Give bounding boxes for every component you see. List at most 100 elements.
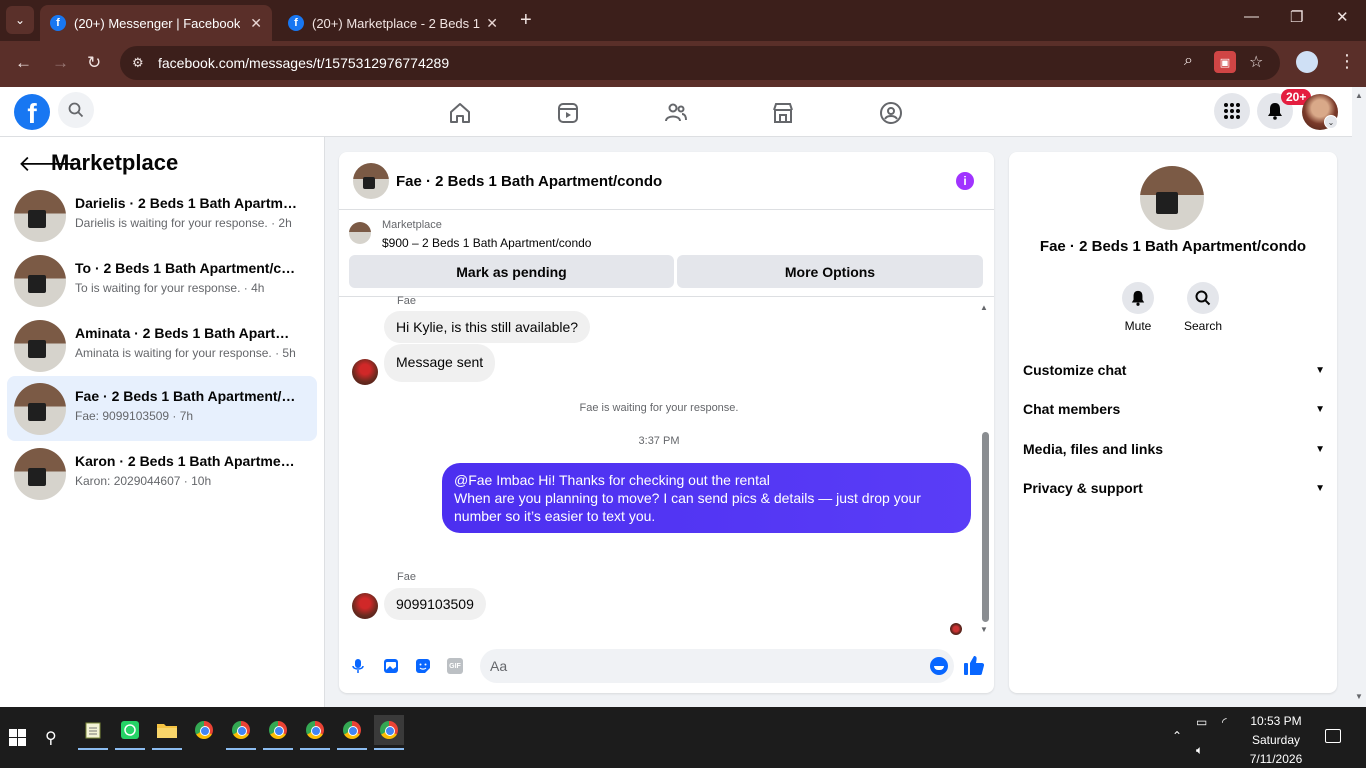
emoji-icon[interactable] [930, 657, 948, 675]
more-options-button[interactable]: More Options [677, 255, 983, 288]
gif-icon[interactable]: GIF [447, 658, 463, 674]
incoming-message[interactable]: Message sent [384, 344, 496, 382]
battery-icon[interactable]: ▭ [1196, 715, 1207, 729]
tab-messenger[interactable]: f (20+) Messenger | Facebook ✕ [40, 5, 272, 41]
sender-avatar[interactable] [352, 593, 378, 619]
listing-photo[interactable] [1140, 166, 1204, 230]
new-tab-button[interactable]: + [520, 9, 532, 32]
facebook-search-button[interactable] [58, 92, 94, 128]
taskbar-clock[interactable]: 10:53 PM Saturday 7/11/2026 [1236, 712, 1316, 768]
media-files-links-section[interactable]: Media, files and links ▼ [1023, 431, 1325, 467]
microphone-icon[interactable] [350, 658, 366, 674]
listing-title[interactable]: $900 – 2 Beds 1 Bath Apartment/condo [382, 236, 591, 250]
volume-icon[interactable]: 🔈︎ [1196, 743, 1203, 758]
logo-letter: f [27, 98, 37, 129]
marketplace-icon[interactable] [771, 101, 795, 125]
sender-name: Fae [397, 295, 416, 307]
extension-icon[interactable]: ▣ [1214, 51, 1236, 73]
scroll-down-icon[interactable]: ▼ [1355, 692, 1363, 701]
search-icon [1195, 290, 1211, 306]
whatsapp-app-icon[interactable] [115, 715, 145, 750]
message-input[interactable] [480, 649, 954, 683]
chat-members-section[interactable]: Chat members ▼ [1023, 391, 1325, 427]
grid-icon [1224, 103, 1240, 119]
window-close-icon[interactable]: ✕ [1336, 8, 1349, 26]
chevron-down-icon: ▼ [1315, 443, 1325, 455]
file-explorer-app-icon[interactable] [152, 715, 182, 750]
facebook-favicon-icon: f [288, 15, 304, 31]
chevron-down-icon[interactable]: ⌄ [1324, 115, 1338, 129]
windows-taskbar: ⚲ ⌃ ▭ ◜ 🔈︎ 10:53 PM Saturday 7/11/2026 [0, 707, 1366, 768]
info-icon[interactable]: i [956, 172, 974, 190]
tray-overflow-chevron-icon[interactable]: ⌃ [1172, 729, 1182, 743]
chat-scrollbar[interactable] [982, 432, 989, 622]
chat-thumbnail[interactable] [353, 163, 389, 199]
taskbar-search-icon[interactable]: ⚲ [45, 728, 57, 748]
scroll-up-icon[interactable]: ▲ [980, 303, 988, 312]
privacy-support-section[interactable]: Privacy & support ▼ [1023, 470, 1325, 506]
forward-icon[interactable]: → [52, 53, 69, 73]
mute-button[interactable] [1122, 282, 1154, 314]
thumbs-up-icon[interactable] [963, 654, 985, 676]
conversation-item[interactable]: Darielis · 2 Beds 1 Bath Apartment... Da… [7, 183, 317, 248]
address-bar[interactable]: ⚙ facebook.com/messages/t/15753129767742… [120, 46, 1280, 80]
wifi-icon[interactable]: ◜ [1222, 715, 1227, 729]
video-icon[interactable] [556, 101, 580, 125]
browser-profile-avatar[interactable] [1296, 51, 1318, 73]
seen-indicator-avatar [950, 623, 962, 635]
chrome-icon [306, 721, 324, 739]
friends-icon[interactable] [664, 101, 688, 125]
conversation-item[interactable]: Karon · 2 Beds 1 Bath Apartment/c... Kar… [7, 441, 317, 506]
conversation-item[interactable]: Aminata · 2 Beds 1 Bath Apartmen... Amin… [7, 313, 317, 378]
section-label: Customize chat [1023, 362, 1127, 378]
groups-icon[interactable] [879, 101, 903, 125]
browser-tab-bar: ⌄ f (20+) Messenger | Facebook ✕ f (20+)… [0, 0, 1366, 41]
scroll-down-icon[interactable]: ▼ [980, 625, 988, 634]
mark-as-pending-button[interactable]: Mark as pending [349, 255, 674, 288]
bookmark-star-icon[interactable]: ☆ [1249, 52, 1263, 72]
facebook-header: f 20+ ⌄ [0, 87, 1352, 137]
search-label: Search [1183, 319, 1223, 333]
minimize-icon[interactable]: — [1244, 8, 1259, 25]
chrome-app-icon[interactable] [263, 715, 293, 750]
outgoing-message[interactable]: @Fae Imbac Hi! Thanks for checking out t… [442, 463, 971, 533]
conversation-name: Karon · 2 Beds 1 Bath Apartment/c... [75, 453, 300, 469]
notepad-app-icon[interactable] [78, 715, 108, 750]
chrome-app-icon[interactable] [337, 715, 367, 750]
incoming-message[interactable]: Hi Kylie, is this still available? [384, 311, 591, 343]
page-scrollbar[interactable]: ▲ ▼ [1352, 87, 1366, 707]
windows-start-icon[interactable] [9, 729, 26, 746]
close-tab-icon[interactable]: ✕ [486, 15, 498, 32]
conversation-item-active[interactable]: Fae · 2 Beds 1 Bath Apartment/con... Fae… [7, 376, 317, 441]
tab-search-button[interactable]: ⌄ [6, 6, 34, 34]
menu-grid-button[interactable] [1214, 93, 1250, 129]
zoom-icon[interactable]: ⌕ [1184, 52, 1193, 70]
reload-icon[interactable]: ↻ [87, 53, 101, 73]
browser-menu-icon[interactable]: ⋮ [1338, 51, 1356, 72]
chrome-app-icon[interactable] [189, 715, 219, 745]
back-icon[interactable]: ← [15, 53, 32, 73]
chrome-app-icon-active[interactable] [374, 715, 404, 750]
scroll-up-icon[interactable]: ▲ [1355, 91, 1363, 100]
sender-avatar[interactable] [352, 359, 378, 385]
section-label: Privacy & support [1023, 480, 1143, 496]
chrome-app-icon[interactable] [300, 715, 330, 750]
maximize-icon[interactable]: ❐ [1290, 8, 1303, 26]
conversation-item[interactable]: To · 2 Beds 1 Bath Apartment/condo To is… [7, 248, 317, 313]
facebook-logo[interactable]: f [14, 94, 50, 130]
incoming-message[interactable]: 9099103509 [384, 588, 486, 620]
notification-center-icon[interactable] [1325, 729, 1341, 743]
conversation-sidebar: 🡐 Marketplace Darielis · 2 Beds 1 Bath A… [0, 137, 325, 707]
sidebar-title: Marketplace [51, 150, 179, 175]
tab-marketplace[interactable]: f (20+) Marketplace - 2 Beds 1 Ba ✕ [278, 5, 508, 41]
home-icon[interactable] [448, 101, 472, 125]
running-indicator [374, 748, 404, 750]
chrome-app-icon[interactable] [226, 715, 256, 750]
customize-chat-section[interactable]: Customize chat ▼ [1023, 352, 1325, 388]
sticker-icon[interactable] [415, 658, 431, 674]
site-info-icon[interactable]: ⚙ [132, 55, 150, 71]
chat-title[interactable]: Fae · 2 Beds 1 Bath Apartment/condo [396, 173, 662, 190]
photo-icon[interactable] [383, 658, 399, 674]
search-in-conversation-button[interactable] [1187, 282, 1219, 314]
close-tab-icon[interactable]: ✕ [250, 15, 262, 32]
